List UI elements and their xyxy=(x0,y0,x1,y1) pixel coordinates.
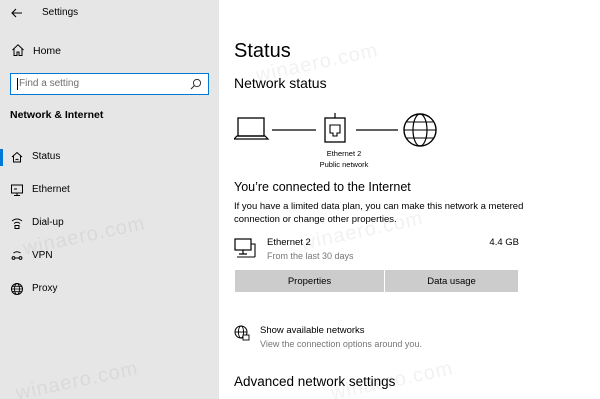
show-available-networks[interactable]: Show available networks View the connect… xyxy=(234,324,524,354)
sidebar-home-label: Home xyxy=(33,45,62,57)
network-type: Public network xyxy=(319,160,369,169)
dialup-icon xyxy=(11,218,23,229)
sidebar-home[interactable]: Home xyxy=(0,40,219,62)
sidebar-item-dialup[interactable]: Dial-up xyxy=(0,208,219,241)
advanced-network-settings-heading: Advanced network settings xyxy=(234,374,396,389)
search-icon[interactable] xyxy=(190,78,202,90)
properties-button[interactable]: Properties xyxy=(235,270,384,292)
title-bar: Settings xyxy=(0,0,219,26)
globe-icon xyxy=(11,283,23,295)
ethernet-port-icon xyxy=(324,113,346,143)
adapter-name: Ethernet 2 xyxy=(326,149,362,158)
connected-heading: You’re connected to the Internet xyxy=(234,180,411,194)
sidebar-item-vpn[interactable]: VPN xyxy=(0,241,219,274)
usage-period: From the last 30 days xyxy=(267,251,354,261)
data-usage-amount: 4.4 GB xyxy=(489,237,519,248)
back-arrow-icon xyxy=(11,8,22,18)
text-caret xyxy=(17,78,18,90)
sidebar-item-label: VPN xyxy=(32,250,53,261)
sidebar-item-label: Status xyxy=(32,151,61,162)
internet-globe-icon xyxy=(403,113,437,147)
network-diagram xyxy=(234,113,437,147)
show-networks-subtitle: View the connection options around you. xyxy=(260,339,422,349)
connection-description: If you have a limited data plan, you can… xyxy=(234,201,524,225)
search-input[interactable]: Find a setting xyxy=(10,73,209,95)
sidebar: Settings Home Find a setting Network & I… xyxy=(0,0,219,399)
back-button[interactable] xyxy=(6,4,28,22)
sidebar-item-label: Proxy xyxy=(32,283,58,294)
diagram-label: Ethernet 2 Public network xyxy=(289,148,399,170)
sidebar-nav: Status Ethernet Dial-up VPN Proxy xyxy=(0,142,219,307)
sidebar-item-proxy[interactable]: Proxy xyxy=(0,274,219,307)
network-globe-icon xyxy=(234,325,250,341)
sidebar-item-label: Ethernet xyxy=(32,184,70,195)
connection-name: Ethernet 2 xyxy=(267,237,311,248)
data-usage-button[interactable]: Data usage xyxy=(385,270,518,292)
laptop-icon xyxy=(234,117,270,140)
vpn-icon xyxy=(11,251,23,260)
network-status-heading: Network status xyxy=(234,75,327,91)
sidebar-item-ethernet[interactable]: Ethernet xyxy=(0,175,219,208)
section-title: Network & Internet xyxy=(10,109,104,121)
show-networks-title[interactable]: Show available networks xyxy=(260,325,365,336)
sidebar-item-status[interactable]: Status xyxy=(0,142,219,175)
active-indicator xyxy=(0,149,3,166)
ethernet-icon xyxy=(11,184,23,196)
home-network-icon xyxy=(11,151,23,163)
sidebar-item-label: Dial-up xyxy=(32,217,64,228)
desktop-pc-icon xyxy=(234,238,256,258)
app-title: Settings xyxy=(42,7,79,18)
main-content: Status Network status Ethernet 2 Public … xyxy=(219,0,600,399)
search-placeholder: Find a setting xyxy=(19,78,80,89)
page-title: Status xyxy=(234,40,291,62)
connection-row: Ethernet 2 4.4 GB From the last 30 days xyxy=(234,236,519,266)
home-icon xyxy=(12,44,24,56)
